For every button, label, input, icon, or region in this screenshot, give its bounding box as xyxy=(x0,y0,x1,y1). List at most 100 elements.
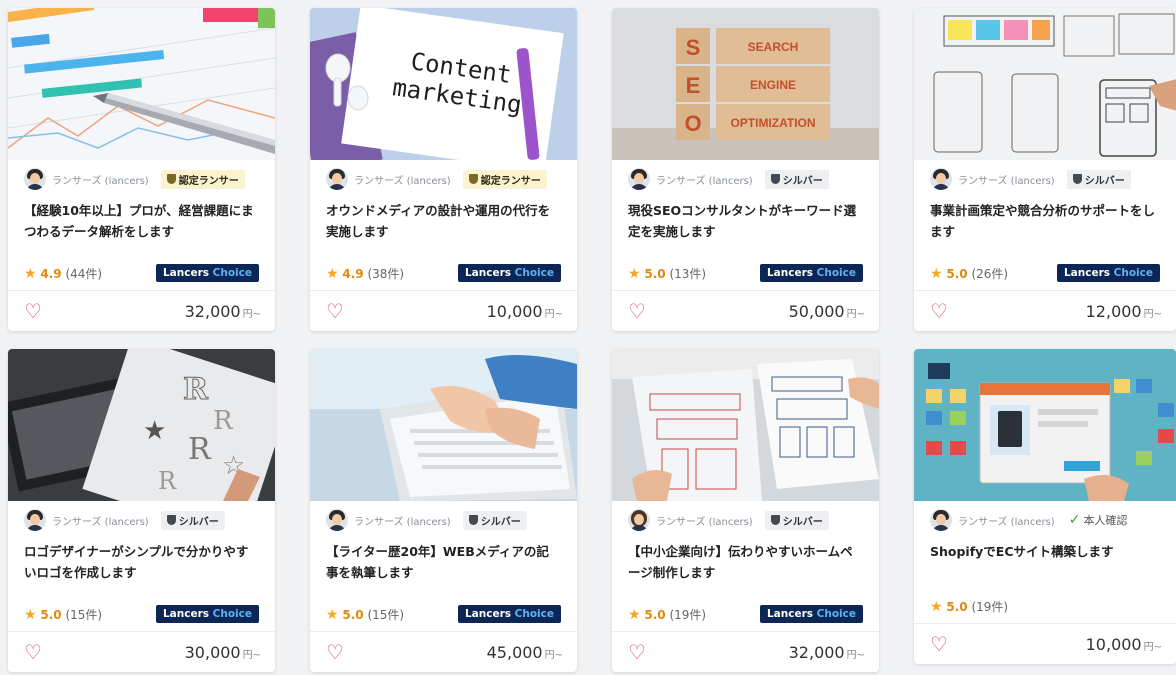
rating: ★ 5.0 (26件) xyxy=(930,265,1009,282)
thumb-text-o: O xyxy=(684,111,701,136)
avatar[interactable] xyxy=(930,509,952,531)
author-row: ランサーズ (lancers) シルバー xyxy=(310,501,577,539)
favorite-heart-icon[interactable]: ♡ xyxy=(628,301,646,321)
lancers-choice-badge: Lancers Choice xyxy=(457,605,561,623)
favorite-heart-icon[interactable]: ♡ xyxy=(24,301,42,321)
avatar[interactable] xyxy=(326,509,348,531)
card-footer: ♡ 12,000 円~ xyxy=(914,290,1176,331)
rating: ★ 5.0 (13件) xyxy=(628,265,707,282)
service-card[interactable]: Content marketing ランサーズ (lancers) 認定ランサー… xyxy=(310,8,577,331)
username[interactable]: ランサーズ (lancers) xyxy=(958,172,1055,187)
rating: ★ 5.0 (19件) xyxy=(628,606,707,623)
silver-badge: シルバー xyxy=(160,510,225,530)
thumbnail-writing[interactable] xyxy=(310,349,577,501)
service-card[interactable]: ランサーズ (lancers) シルバー 【中小企業向け】伝わりやすいホームペー… xyxy=(612,349,879,672)
meta-row: ★ 5.0 (13件) Lancers Choice xyxy=(612,256,879,290)
service-title[interactable]: 【中小企業向け】伝わりやすいホームページ制作します xyxy=(612,539,879,597)
avatar[interactable] xyxy=(628,168,650,190)
thumbnail-ec-site[interactable] xyxy=(914,349,1176,501)
avatar[interactable] xyxy=(326,168,348,190)
silver-badge: シルバー xyxy=(1066,169,1131,189)
lancers-choice-badge: Lancers Choice xyxy=(759,264,863,282)
meta-row: ★ 5.0 (19件) xyxy=(914,589,1176,623)
shield-icon xyxy=(1072,174,1082,184)
thumbnail-seo[interactable]: S E O SEARCH ENGINE OPTIMIZATION xyxy=(612,8,879,160)
price: 32,000 円~ xyxy=(788,642,865,662)
price: 10,000 円~ xyxy=(1085,634,1162,654)
lancers-choice-badge: Lancers Choice xyxy=(155,264,259,282)
shield-icon xyxy=(166,174,176,184)
service-card[interactable]: ランサーズ (lancers) シルバー 事業計画策定や競合分析のサポートをしま… xyxy=(914,8,1176,331)
lancers-choice-badge: Lancers Choice xyxy=(457,264,561,282)
thumbnail-logo-design[interactable]: R R ★ R ☆ R xyxy=(8,349,275,501)
svg-text:R: R xyxy=(183,372,209,407)
star-icon: ★ xyxy=(24,265,37,282)
username[interactable]: ランサーズ (lancers) xyxy=(958,513,1055,528)
service-title[interactable]: 【経験10年以上】プロが、経営課題にまつわるデータ解析をします xyxy=(8,198,275,256)
service-card[interactable]: R R ★ R ☆ R ランサーズ (lancers) シルバー ロゴデザイナー… xyxy=(8,349,275,672)
lancers-choice-badge: Lancers Choice xyxy=(155,605,259,623)
shield-icon xyxy=(468,174,478,184)
author-row: ランサーズ (lancers) シルバー xyxy=(914,160,1176,198)
meta-row: ★ 5.0 (15件) Lancers Choice xyxy=(8,597,275,631)
author-row: ランサーズ (lancers) シルバー xyxy=(8,501,275,539)
card-footer: ♡ 10,000 円~ xyxy=(310,290,577,331)
service-title[interactable]: 事業計画策定や競合分析のサポートをします xyxy=(914,198,1176,256)
favorite-heart-icon[interactable]: ♡ xyxy=(24,642,42,662)
favorite-heart-icon[interactable]: ♡ xyxy=(628,642,646,662)
thumbnail-content-marketing[interactable]: Content marketing xyxy=(310,8,577,160)
thumb-text-optimization: OPTIMIZATION xyxy=(730,116,815,130)
thumb-text-engine: ENGINE xyxy=(750,78,796,92)
avatar[interactable] xyxy=(628,509,650,531)
author-row: ランサーズ (lancers) 認定ランサー xyxy=(310,160,577,198)
svg-text:R: R xyxy=(213,406,234,436)
silver-badge: シルバー xyxy=(764,510,829,530)
username[interactable]: ランサーズ (lancers) xyxy=(656,172,753,187)
shield-icon xyxy=(166,515,176,525)
check-icon: ✓ xyxy=(1068,512,1081,528)
meta-row: ★ 4.9 (44件) Lancers Choice xyxy=(8,256,275,290)
star-icon: ★ xyxy=(326,265,339,282)
price: 30,000 円~ xyxy=(184,642,261,662)
meta-row: ★ 5.0 (15件) Lancers Choice xyxy=(310,597,577,631)
avatar[interactable] xyxy=(24,509,46,531)
avatar[interactable] xyxy=(24,168,46,190)
price: 10,000 円~ xyxy=(486,301,563,321)
username[interactable]: ランサーズ (lancers) xyxy=(354,513,451,528)
thumbnail-data-analysis[interactable] xyxy=(8,8,275,160)
svg-text:R: R xyxy=(158,467,177,495)
card-footer: ♡ 30,000 円~ xyxy=(8,631,275,672)
star-icon: ★ xyxy=(628,265,641,282)
service-title[interactable]: オウンドメディアの設計や運用の代行を実施します xyxy=(310,198,577,256)
favorite-heart-icon[interactable]: ♡ xyxy=(930,634,948,654)
meta-row: ★ 5.0 (19件) Lancers Choice xyxy=(612,597,879,631)
username[interactable]: ランサーズ (lancers) xyxy=(52,513,149,528)
star-icon: ★ xyxy=(326,606,339,623)
service-card[interactable]: ランサーズ (lancers) シルバー 【ライター歴20年】WEBメディアの記… xyxy=(310,349,577,672)
username[interactable]: ランサーズ (lancers) xyxy=(52,172,149,187)
card-footer: ♡ 50,000 円~ xyxy=(612,290,879,331)
service-title[interactable]: 【ライター歴20年】WEBメディアの記事を執筆します xyxy=(310,539,577,597)
star-icon: ★ xyxy=(628,606,641,623)
thumbnail-business-plan[interactable] xyxy=(914,8,1176,160)
favorite-heart-icon[interactable]: ♡ xyxy=(930,301,948,321)
star-icon: ★ xyxy=(24,606,37,623)
favorite-heart-icon[interactable]: ♡ xyxy=(326,301,344,321)
meta-row: ★ 4.9 (38件) Lancers Choice xyxy=(310,256,577,290)
service-card[interactable]: ランサーズ (lancers) ✓ 本人確認 ShopifyでECサイト構築します… xyxy=(914,349,1176,664)
card-footer: ♡ 32,000 円~ xyxy=(8,290,275,331)
identity-verified-badge: ✓ 本人確認 xyxy=(1068,512,1128,528)
service-card[interactable]: ランサーズ (lancers) 認定ランサー 【経験10年以上】プロが、経営課題… xyxy=(8,8,275,331)
service-card[interactable]: S E O SEARCH ENGINE OPTIMIZATION ランサーズ (… xyxy=(612,8,879,331)
service-title[interactable]: ロゴデザイナーがシンプルで分かりやすいロゴを作成します xyxy=(8,539,275,597)
avatar[interactable] xyxy=(930,168,952,190)
silver-badge: シルバー xyxy=(764,169,829,189)
service-title[interactable]: ShopifyでECサイト構築します xyxy=(914,539,1176,589)
author-row: ランサーズ (lancers) シルバー xyxy=(612,501,879,539)
username[interactable]: ランサーズ (lancers) xyxy=(656,513,753,528)
svg-text:R: R xyxy=(188,432,212,467)
username[interactable]: ランサーズ (lancers) xyxy=(354,172,451,187)
favorite-heart-icon[interactable]: ♡ xyxy=(326,642,344,662)
thumbnail-website[interactable] xyxy=(612,349,879,501)
service-title[interactable]: 現役SEOコンサルタントがキーワード選定を実施します xyxy=(612,198,879,256)
